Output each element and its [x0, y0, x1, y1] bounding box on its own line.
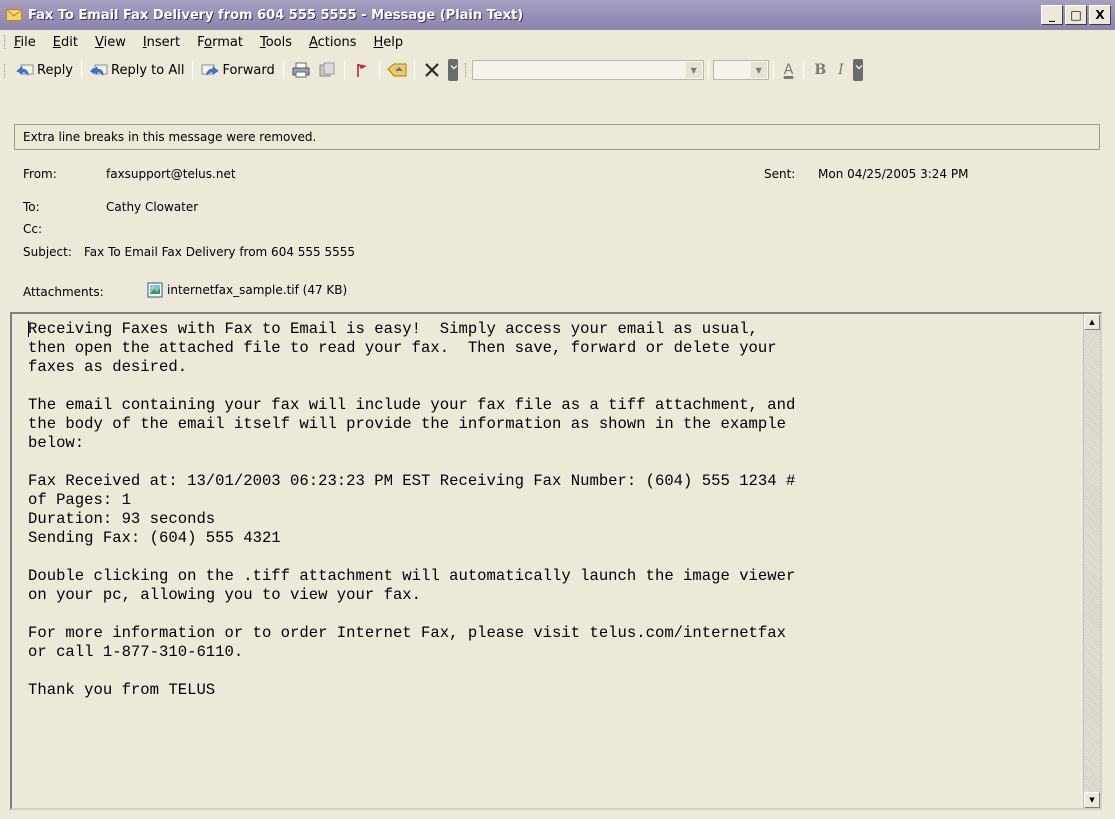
- toolbar-separator: [192, 61, 194, 79]
- from-label: From:: [23, 167, 57, 181]
- attachments-label: Attachments:: [23, 285, 104, 299]
- forward-button[interactable]: Forward: [197, 59, 278, 81]
- delete-icon[interactable]: [422, 60, 442, 80]
- to-label: To:: [23, 200, 40, 214]
- font-name-dropdown[interactable]: ▼: [471, 60, 704, 80]
- sent-value: Mon 04/25/2005 3:24 PM: [818, 167, 969, 181]
- toolbar-separator: [81, 61, 83, 79]
- envelope-icon: [6, 9, 22, 21]
- close-icon: X: [1095, 8, 1105, 22]
- chevron-down-icon: ▼: [750, 62, 767, 78]
- font-color-icon[interactable]: A: [784, 62, 794, 78]
- forward-icon: [201, 62, 219, 78]
- forward-label: Forward: [222, 62, 275, 78]
- toolbar: Reply Reply to All Forward ▼ ▼ A B I: [0, 55, 1115, 85]
- follow-up-flag-icon[interactable]: [352, 60, 372, 80]
- toolbar-separator: [378, 61, 380, 79]
- chevron-down-icon: ▼: [685, 62, 702, 78]
- format-options-chevron-icon[interactable]: [852, 59, 863, 81]
- attachment-name: internetfax_sample.tif (47 KB): [167, 283, 348, 297]
- scroll-down-button[interactable]: ▼: [1084, 792, 1100, 808]
- menu-format[interactable]: Format: [197, 35, 243, 50]
- reply-all-icon: [90, 62, 108, 78]
- toolbar-separator: [707, 61, 709, 79]
- arrow-down-icon: ▼: [1089, 796, 1095, 804]
- toolbar-separator: [772, 61, 774, 79]
- toolbar-separator: [343, 61, 345, 79]
- toolbar-options-chevron-icon[interactable]: [447, 59, 458, 81]
- message-body-text: Receiving Faxes with Fax to Email is eas…: [28, 320, 796, 699]
- font-size-dropdown[interactable]: ▼: [712, 60, 769, 80]
- menu-file[interactable]: File: [14, 35, 36, 50]
- print-icon[interactable]: [291, 60, 311, 80]
- menu-help[interactable]: Help: [373, 35, 403, 50]
- reply-all-label: Reply to All: [111, 62, 185, 78]
- toolbar-grip[interactable]: [4, 64, 7, 78]
- reply-all-button[interactable]: Reply to All: [86, 59, 188, 81]
- maximize-icon: □: [1070, 8, 1082, 22]
- format-toolbar-grip[interactable]: [464, 63, 468, 77]
- menu-tools[interactable]: Tools: [260, 35, 292, 50]
- image-file-icon: [147, 282, 163, 298]
- previous-item-icon[interactable]: [387, 60, 407, 80]
- to-value[interactable]: Cathy Clowater: [106, 200, 198, 214]
- toolbar-separator: [413, 61, 415, 79]
- reply-button[interactable]: Reply: [12, 59, 77, 81]
- window-title: Fax To Email Fax Delivery from 604 555 5…: [28, 7, 524, 23]
- menu-actions[interactable]: Actions: [309, 35, 357, 50]
- vertical-scrollbar[interactable]: ▲ ▼: [1083, 314, 1100, 808]
- reply-label: Reply: [37, 62, 74, 78]
- sent-label: Sent:: [764, 167, 796, 181]
- reply-icon: [16, 62, 34, 78]
- menu-file-rest: ile: [20, 34, 36, 50]
- arrow-up-icon: ▲: [1089, 318, 1095, 326]
- cc-label: Cc:: [23, 222, 43, 236]
- menu-grip[interactable]: [4, 35, 7, 49]
- title-bar: Fax To Email Fax Delivery from 604 555 5…: [0, 0, 1115, 30]
- toolbar-separator: [282, 61, 284, 79]
- maximize-button[interactable]: □: [1065, 5, 1087, 25]
- info-bar-text: Extra line breaks in this message were r…: [23, 130, 317, 144]
- info-bar[interactable]: Extra line breaks in this message were r…: [14, 124, 1100, 150]
- menu-insert[interactable]: Insert: [143, 35, 180, 50]
- subject-label: Subject:: [23, 245, 72, 259]
- subject-value: Fax To Email Fax Delivery from 604 555 5…: [84, 245, 356, 259]
- minimize-button[interactable]: _: [1041, 5, 1063, 25]
- from-value[interactable]: faxsupport@telus.net: [106, 167, 236, 181]
- toolbar-separator: [803, 61, 805, 79]
- menu-view[interactable]: View: [95, 35, 126, 50]
- scroll-up-button[interactable]: ▲: [1084, 314, 1100, 330]
- attachment-item[interactable]: internetfax_sample.tif (47 KB): [147, 282, 347, 298]
- minimize-icon: _: [1049, 8, 1055, 22]
- close-button[interactable]: X: [1089, 5, 1111, 25]
- message-body[interactable]: Receiving Faxes with Fax to Email is eas…: [10, 312, 1102, 810]
- menu-edit[interactable]: Edit: [53, 35, 78, 50]
- italic-icon[interactable]: I: [838, 62, 844, 78]
- bold-icon[interactable]: B: [814, 62, 826, 78]
- move-to-folder-icon[interactable]: [317, 60, 337, 80]
- menu-bar: File Edit View Insert Format Tools Actio…: [0, 30, 1115, 54]
